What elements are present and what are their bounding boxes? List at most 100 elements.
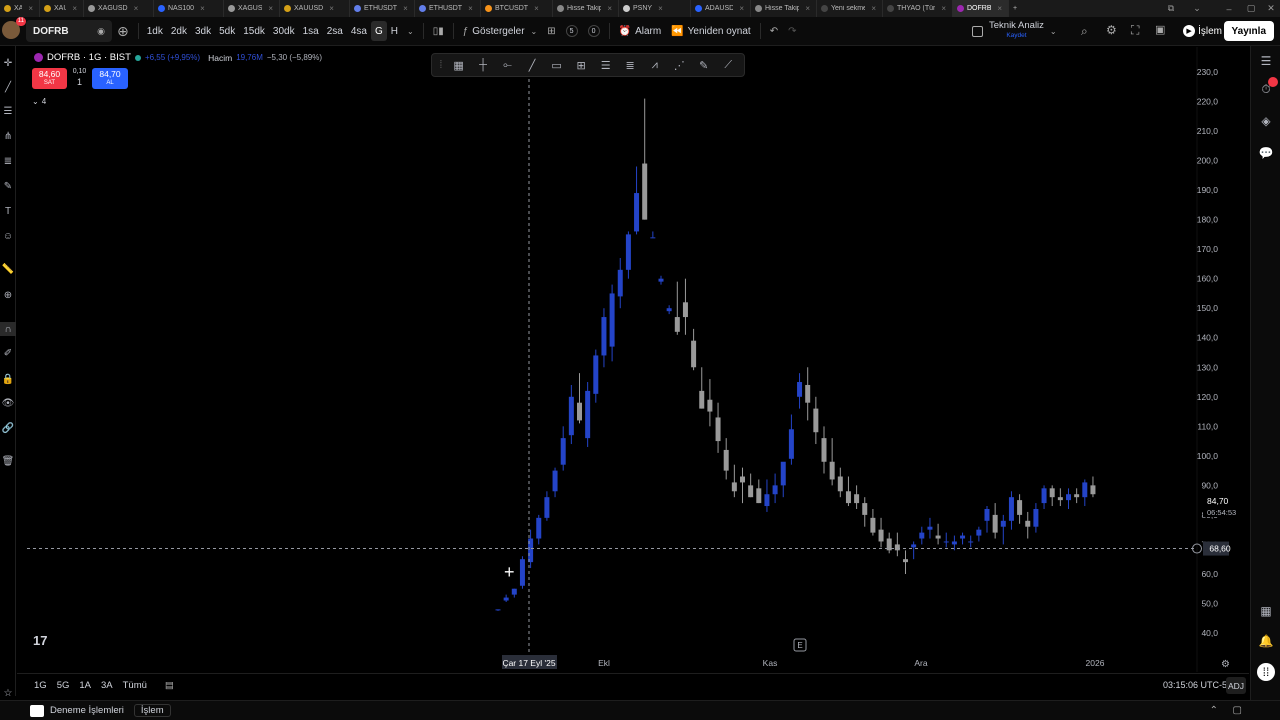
interval-dropdown-chevron-icon[interactable]: ⌄ [402, 17, 419, 46]
pitchfork-icon[interactable]: ⋔ [0, 129, 16, 143]
tab-close-icon[interactable]: × [607, 4, 612, 13]
replay-button[interactable]: ⏪ Yeniden oynat [666, 17, 755, 46]
text-tool-icon[interactable]: T [0, 204, 16, 218]
trend-line-icon[interactable]: ╱ [0, 80, 16, 94]
browser-tab[interactable]: XAGUSD × [84, 0, 154, 17]
tab-close-icon[interactable]: × [329, 4, 334, 13]
tab-close-icon[interactable]: × [805, 4, 810, 13]
browser-tab[interactable]: XAUUSD × [280, 0, 350, 17]
interval-4sa[interactable]: 4sa [347, 21, 371, 41]
range-1g[interactable]: 1G [29, 680, 52, 691]
emoji-icon[interactable]: ☺ [0, 229, 16, 243]
interval-5dk[interactable]: 5dk [215, 21, 239, 41]
tab-close-icon[interactable]: × [268, 4, 273, 13]
grid-icon[interactable]: ▦ [447, 55, 471, 75]
star-icon[interactable]: ☆ [0, 686, 16, 700]
link-icon[interactable]: 🔗 [0, 421, 16, 435]
layout-menu[interactable]: Teknik Analiz Kaydet ⌄ [972, 21, 1057, 41]
range-1a[interactable]: 1A [74, 680, 96, 691]
tab-close-icon[interactable]: × [739, 4, 744, 13]
horizontal-ray-icon[interactable]: ⟜ [496, 55, 520, 75]
watchlist-eye-icon[interactable]: ◉ [97, 26, 105, 37]
chat-icon[interactable]: 💬 [1257, 144, 1275, 162]
interval-1dk[interactable]: 1dk [143, 21, 167, 41]
price-chart[interactable]: 230,0 220,0 210,0 200,0 190,0 180,0 170,0 160,0… [17, 47, 1249, 672]
brush-icon[interactable]: ✎ [0, 179, 16, 193]
add-symbol-icon[interactable]: ⊕ [112, 17, 134, 46]
rectangle-icon[interactable]: ▭ [545, 55, 569, 75]
parallel-channel-icon[interactable]: ☰ [594, 55, 618, 75]
quantity-value[interactable]: 1 [68, 77, 91, 87]
interval-2sa[interactable]: 2sa [323, 21, 347, 41]
crosshair-cursor-icon[interactable]: ✛ [0, 56, 16, 70]
fib-retracement-icon[interactable]: ≣ [0, 154, 16, 168]
brush-icon[interactable]: ✎ [692, 55, 716, 75]
publish-button[interactable]: Yayınla [1223, 21, 1274, 41]
trend-line-icon[interactable]: ╱ [520, 55, 544, 75]
trash-icon[interactable]: 🗑 [0, 454, 16, 468]
measure-icon[interactable]: ⟋ [716, 55, 740, 75]
browser-tab[interactable]: Hisse Takip × [751, 0, 817, 17]
maximize-icon[interactable]: ▢ [1240, 0, 1262, 17]
gear-icon[interactable]: ⚙ [1106, 23, 1117, 37]
browser-tab[interactable]: ADAUSD × [691, 0, 751, 17]
templates-icon[interactable]: ⊞ [542, 17, 560, 46]
close-icon[interactable]: ✕ [1260, 0, 1280, 17]
browser-tab[interactable]: XAUUSD × [0, 0, 40, 17]
browser-tab[interactable]: ETHUSDT × [350, 0, 415, 17]
drag-handle-icon[interactable]: ⁞ [436, 55, 446, 75]
indicators-button[interactable]: ƒ Göstergeler ⌄ [458, 17, 543, 46]
browser-tab[interactable]: XAGUSD × [224, 0, 280, 17]
minimize-icon[interactable]: – [1218, 0, 1240, 17]
axis-settings-gear-icon[interactable]: ⚙ [1221, 659, 1230, 670]
tab-close-icon[interactable]: × [200, 4, 205, 13]
vertical-line-icon[interactable]: ┼ [471, 55, 495, 75]
calendar-icon[interactable]: ▦ [1257, 602, 1275, 620]
tab-close-icon[interactable]: × [72, 4, 77, 13]
new-tab-icon[interactable]: + [1009, 0, 1023, 17]
range-5g[interactable]: 5G [52, 680, 75, 691]
browser-tab[interactable]: DOFRB × [953, 0, 1009, 17]
tab-close-icon[interactable]: × [468, 4, 473, 13]
apps-grid-icon[interactable]: ⁞⁞ [1257, 663, 1275, 681]
checkbox-icon[interactable] [972, 25, 983, 37]
chart-canvas[interactable]: 230,0220,0210,0200,0190,0180,0170,0160,0… [17, 47, 1249, 672]
collapse-legend-button[interactable]: ⌄ 4 [32, 95, 52, 107]
browser-tab[interactable]: Hisse Takip × [553, 0, 619, 17]
trade-button[interactable]: ▶ İşlem [1183, 22, 1222, 40]
interval-3dk[interactable]: 3dk [191, 21, 215, 41]
fib-grid-icon[interactable]: ⊞ [569, 55, 593, 75]
tab-close-icon[interactable]: × [941, 4, 946, 13]
alerts-clock-icon[interactable]: ⏱ [1257, 77, 1278, 98]
browser-tab[interactable]: BTCUSDT × [481, 0, 553, 17]
tab-close-icon[interactable]: × [871, 4, 876, 13]
interval-15dk[interactable]: 15dk [239, 21, 269, 41]
interval-h[interactable]: H [387, 21, 402, 41]
tab-close-icon[interactable]: × [134, 4, 139, 13]
adj-toggle[interactable]: ADJ [1226, 677, 1246, 694]
browser-tab[interactable]: THYAO (Türk Ha × [883, 0, 953, 17]
avatar[interactable]: 11 [2, 17, 26, 39]
window-layout-icon[interactable]: ⧉ [1160, 0, 1182, 17]
camera-icon[interactable]: ▣ [1155, 23, 1165, 36]
badge-s[interactable]: 5 [561, 17, 583, 46]
eye-icon[interactable]: 👁 [0, 396, 16, 410]
symbol-search[interactable]: DOFRB ◉ [26, 20, 112, 42]
ruler-icon[interactable]: 📏 [0, 262, 16, 276]
calendar-range-icon[interactable]: ▤ [160, 680, 179, 691]
bell-icon[interactable]: 🔔 [1257, 632, 1275, 650]
buy-button[interactable]: 84,70 AL [92, 68, 128, 89]
tab-close-icon[interactable]: × [403, 4, 408, 13]
tab-close-icon[interactable]: × [534, 4, 539, 13]
fullscreen-icon[interactable]: ⛶ [1131, 23, 1139, 38]
chevron-up-icon[interactable]: ⌃ [1210, 705, 1218, 716]
browser-tab[interactable]: PSNY × [619, 0, 691, 17]
alarm-button[interactable]: ⏰ Alarm [614, 17, 667, 46]
browser-tab[interactable]: NAS100 × [154, 0, 224, 17]
layers-icon[interactable]: ◈ [1257, 112, 1275, 130]
watchlist-icon[interactable]: ☰ [1257, 52, 1275, 70]
lock-drawing-icon[interactable]: ✐ [0, 346, 16, 360]
badge-o[interactable]: 0 [583, 17, 605, 46]
expand-icon[interactable]: ▢ [1233, 705, 1242, 716]
tab-close-icon[interactable]: × [28, 4, 33, 13]
